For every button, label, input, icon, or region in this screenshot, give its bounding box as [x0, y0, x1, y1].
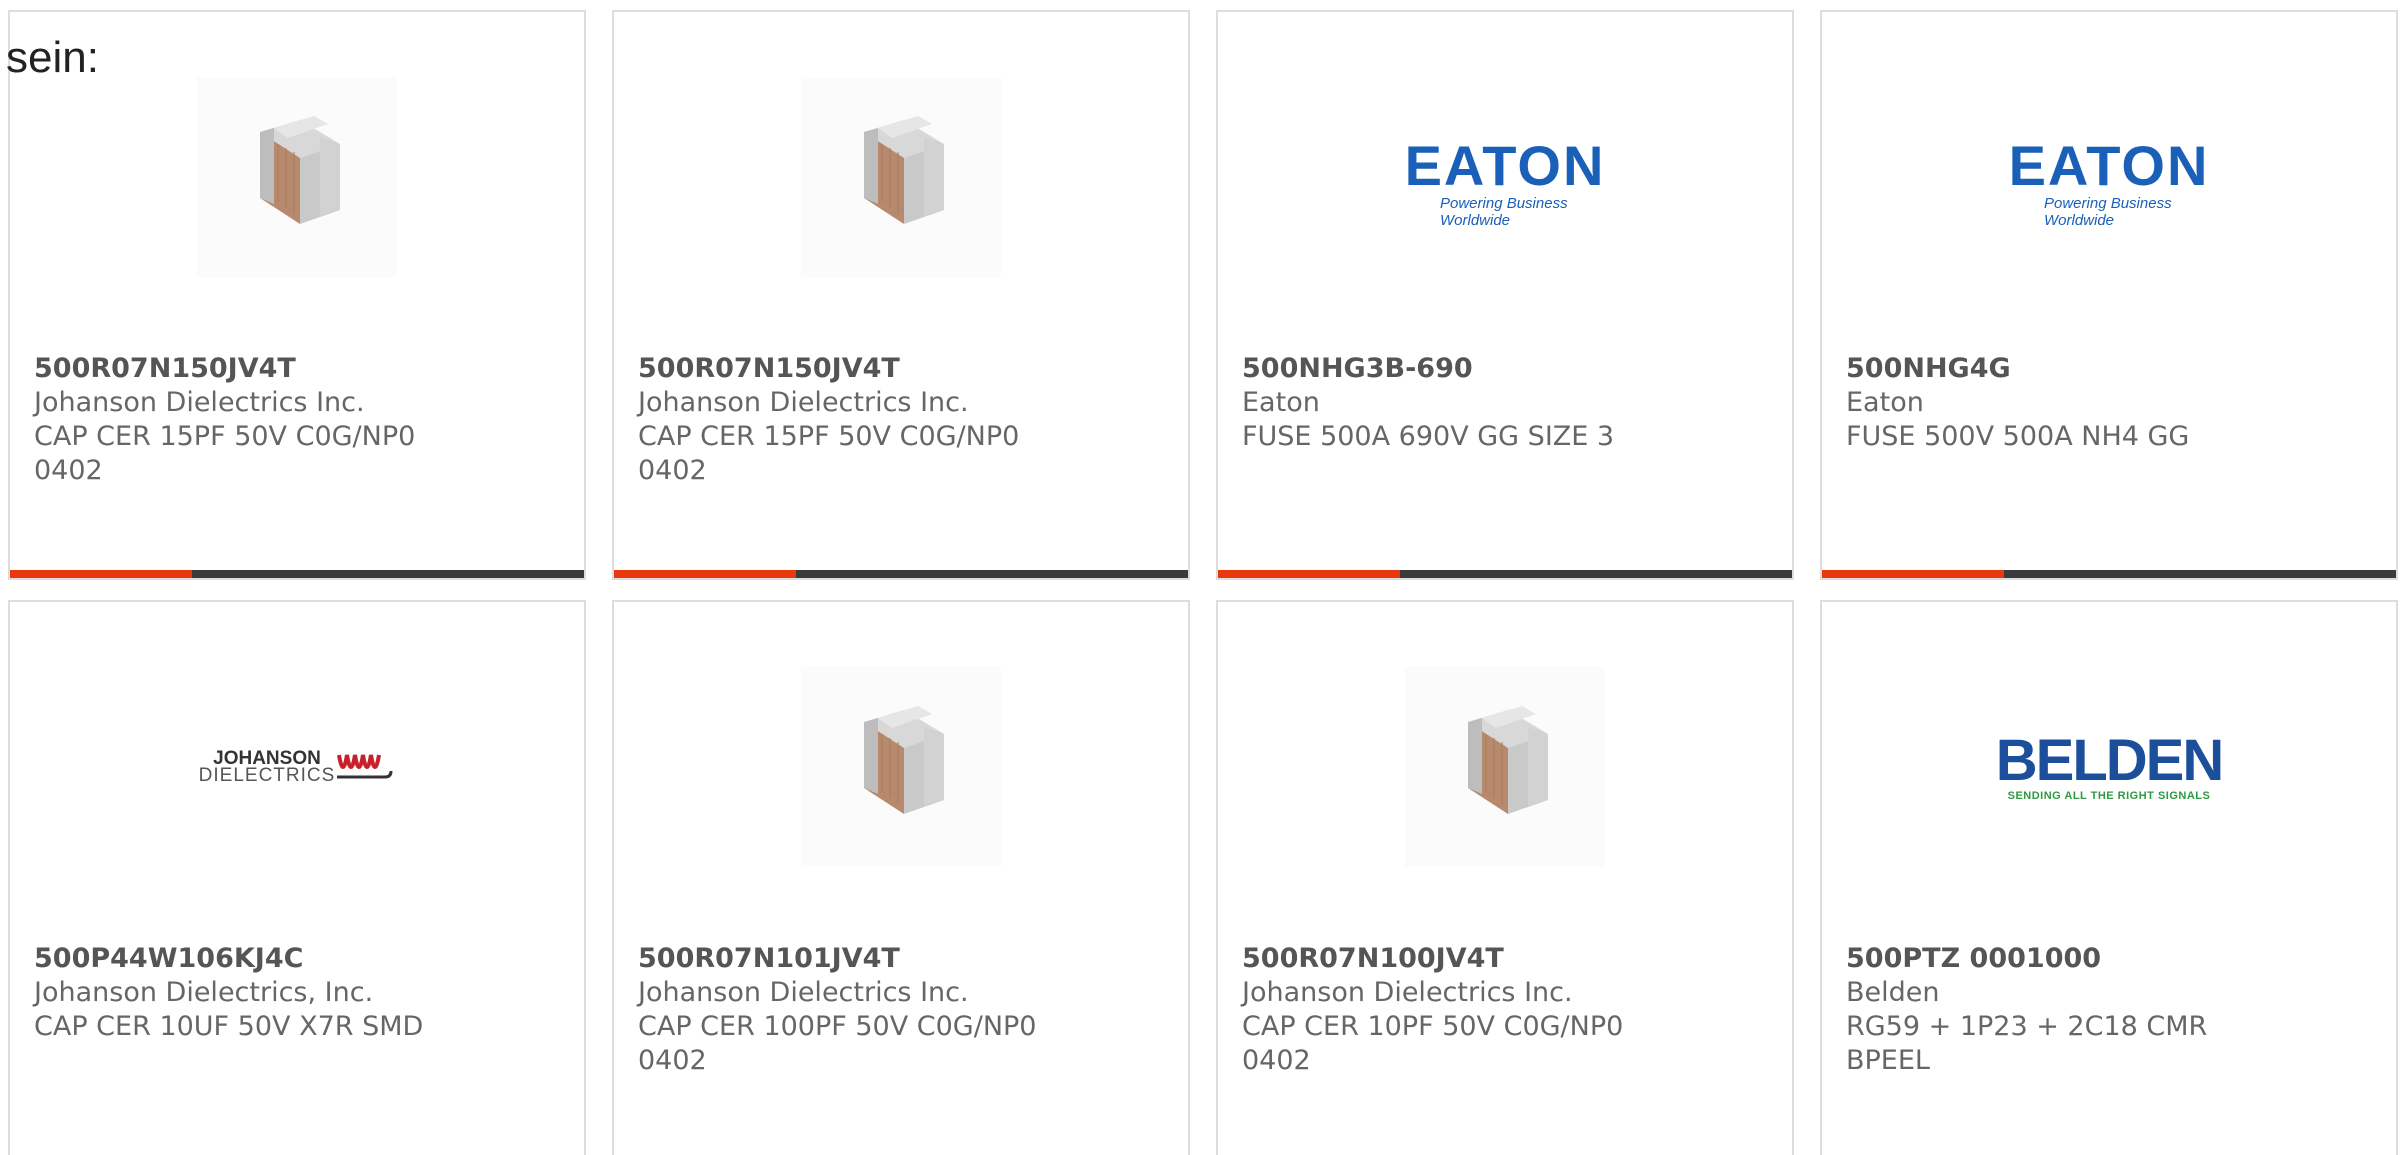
product-image [614, 662, 1188, 872]
product-card[interactable]: BELDEN SENDING ALL THE RIGHT SIGNALS 500… [1820, 600, 2398, 1155]
product-description: CAP CER 15PF 50V C0G/NP0 [638, 421, 1020, 452]
part-number[interactable]: 500P44W106KJ4C [34, 942, 434, 976]
product-image: EATON Powering Business Worldwide [1218, 72, 1792, 282]
product-info: 500NHG3B-690 Eaton FUSE 500A 690V GG SIZ… [1242, 352, 1642, 454]
part-number[interactable]: 500R07N100JV4T [1242, 942, 1642, 976]
belden-logo: BELDEN SENDING ALL THE RIGHT SIGNALS [1996, 732, 2224, 803]
product-info: 500P44W106KJ4C Johanson Dielectrics, Inc… [34, 942, 434, 1044]
capacitor-chip-image [801, 667, 1001, 867]
part-number[interactable]: 500R07N101JV4T [638, 942, 1038, 976]
card-accent-bar [1218, 570, 1400, 578]
product-image [10, 72, 584, 282]
product-info: 500R07N100JV4T Johanson Dielectrics Inc.… [1242, 942, 1642, 1078]
card-accent-bar [1822, 570, 2004, 578]
product-description: FUSE 500V 500A NH4 GG [1846, 421, 2190, 452]
product-card[interactable]: 500R07N150JV4T Johanson Dielectrics Inc.… [8, 10, 586, 580]
manufacturer-name: Belden [1846, 977, 1940, 1008]
card-bottom-bar [10, 570, 584, 578]
part-number[interactable]: 500R07N150JV4T [638, 352, 1038, 386]
product-description: CAP CER 10PF 50V C0G/NP0 [1242, 1011, 1624, 1042]
product-image: BELDEN SENDING ALL THE RIGHT SIGNALS [1822, 662, 2396, 872]
product-description-line2: 0402 [638, 1045, 707, 1076]
part-number[interactable]: 500R07N150JV4T [34, 352, 434, 386]
johanson-logo: JOHANSON DIELECTRICS [192, 742, 402, 792]
part-number[interactable]: 500NHG4G [1846, 352, 2246, 386]
product-info: 500R07N150JV4T Johanson Dielectrics Inc.… [34, 352, 434, 488]
eaton-logo: EATON Powering Business Worldwide [2004, 134, 2214, 230]
product-image [1218, 662, 1792, 872]
capacitor-chip-image [197, 77, 397, 277]
product-image: EATON Powering Business Worldwide [1822, 72, 2396, 282]
card-bottom-bar [1218, 570, 1792, 578]
intro-text: sein: [6, 33, 99, 82]
product-description: RG59 + 1P23 + 2C18 CMR BPEEL [1846, 1011, 2208, 1076]
belden-logo-tagline: SENDING ALL THE RIGHT SIGNALS [2007, 790, 2211, 802]
johanson-logo-tagline: DIELECTRICS [198, 765, 336, 786]
manufacturer-name: Johanson Dielectrics, Inc. [34, 977, 374, 1008]
product-description-line2: 0402 [1242, 1045, 1311, 1076]
product-description: CAP CER 10UF 50V X7R SMD [34, 1011, 424, 1042]
manufacturer-name: Johanson Dielectrics Inc. [34, 387, 365, 418]
manufacturer-name: Johanson Dielectrics Inc. [638, 387, 969, 418]
card-bottom-bar [614, 570, 1188, 578]
product-info: 500NHG4G Eaton FUSE 500V 500A NH4 GG [1846, 352, 2246, 454]
belden-logo-wordmark: BELDEN [1995, 728, 2224, 793]
manufacturer-name: Johanson Dielectrics Inc. [1242, 977, 1573, 1008]
part-number[interactable]: 500PTZ 0001000 [1846, 942, 2246, 976]
product-info: 500R07N101JV4T Johanson Dielectrics Inc.… [638, 942, 1038, 1078]
product-image [614, 72, 1188, 282]
eaton-logo: EATON Powering Business Worldwide [1400, 134, 1610, 230]
product-description: FUSE 500A 690V GG SIZE 3 [1242, 421, 1615, 452]
card-accent-bar [614, 570, 796, 578]
product-info: 500PTZ 0001000 Belden RG59 + 1P23 + 2C18… [1846, 942, 2246, 1078]
product-description: CAP CER 100PF 50V C0G/NP0 [638, 1011, 1037, 1042]
product-card[interactable]: EATON Powering Business Worldwide 500NHG… [1820, 10, 2398, 580]
eaton-logo-wordmark: EATON [1404, 134, 1606, 197]
product-info: 500R07N150JV4T Johanson Dielectrics Inc.… [638, 352, 1038, 488]
product-grid-page: sein: 500R07N150JV4T Johanson Dielectric… [0, 0, 2400, 1155]
capacitor-chip-image [801, 77, 1001, 277]
product-card[interactable]: 500R07N101JV4T Johanson Dielectrics Inc.… [612, 600, 1190, 1155]
card-accent-bar [10, 570, 192, 578]
card-bottom-bar [1822, 570, 2396, 578]
product-description-line2: 0402 [638, 455, 707, 486]
manufacturer-name: Eaton [1242, 387, 1320, 418]
eaton-logo-tagline: Powering Business Worldwide [2044, 195, 2172, 229]
product-description: CAP CER 15PF 50V C0G/NP0 [34, 421, 416, 452]
johanson-logo-wordmark: JOHANSON DIELECTRICS [198, 749, 336, 786]
manufacturer-name: Johanson Dielectrics Inc. [638, 977, 969, 1008]
product-description-line2: 0402 [34, 455, 103, 486]
eaton-logo-wordmark: EATON [2008, 134, 2210, 197]
product-card[interactable]: 500R07N100JV4T Johanson Dielectrics Inc.… [1216, 600, 1794, 1155]
manufacturer-name: Eaton [1846, 387, 1924, 418]
johanson-wave-icon [337, 754, 393, 779]
product-card[interactable]: JOHANSON DIELECTRICS 500P44W106KJ4C Joha… [8, 600, 586, 1155]
eaton-logo-tagline: Powering Business Worldwide [1440, 195, 1568, 229]
capacitor-chip-image [1405, 667, 1605, 867]
product-image: JOHANSON DIELECTRICS [10, 662, 584, 872]
product-card[interactable]: EATON Powering Business Worldwide 500NHG… [1216, 10, 1794, 580]
part-number[interactable]: 500NHG3B-690 [1242, 352, 1642, 386]
product-card[interactable]: 500R07N150JV4T Johanson Dielectrics Inc.… [612, 10, 1190, 580]
